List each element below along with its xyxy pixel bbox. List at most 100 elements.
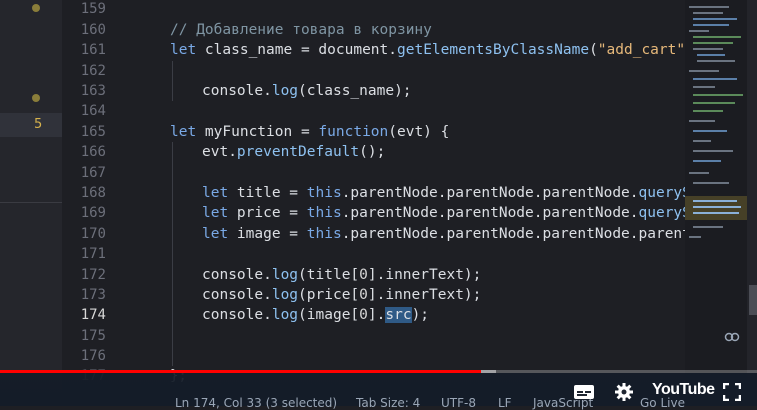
minimap-line	[693, 94, 743, 96]
minimap-line	[697, 54, 725, 56]
minimap-line	[689, 172, 709, 174]
code-string: "add_cart"	[597, 42, 685, 58]
code-editor[interactable]: // Добавление товара в корзину let class…	[122, 0, 685, 406]
settings-button[interactable]	[613, 382, 635, 402]
code-text: (class_name);	[298, 83, 412, 99]
minimap-line	[693, 182, 729, 184]
subtitles-icon	[574, 385, 594, 399]
code-text: .parentNode.parentNode.parentNode.	[341, 185, 639, 201]
minimap-line	[693, 150, 733, 152]
code-text: ].innerText);	[367, 267, 482, 283]
line-number: 170	[80, 226, 106, 242]
code-line-168: let title = this.parentNode.parentNode.p…	[202, 183, 685, 203]
minimap-line	[693, 206, 741, 208]
code-text: ].	[367, 307, 386, 323]
line-number-active: 174	[80, 307, 106, 323]
scrollbar-thumb[interactable]	[749, 285, 757, 315]
minimap-line	[693, 18, 737, 20]
encoding[interactable]: UTF-8	[441, 396, 476, 410]
code-function: log	[271, 267, 299, 283]
code-keyword: let	[202, 185, 229, 201]
code-this: this	[306, 226, 342, 242]
minimap-line	[697, 60, 735, 62]
minimap-line	[693, 212, 739, 214]
tab-size[interactable]: Tab Size: 4	[356, 396, 420, 410]
minimap-line	[689, 70, 719, 72]
code-this: this	[306, 205, 342, 221]
subtitles-button[interactable]	[573, 382, 595, 402]
code-function: preventDefault	[236, 144, 360, 160]
code-text: (price[	[298, 287, 360, 303]
scrollbar-track[interactable]	[747, 0, 757, 380]
minimap-line	[689, 6, 729, 8]
code-number: 0	[359, 267, 368, 283]
code-function: log	[271, 287, 299, 303]
line-number: 163	[80, 83, 106, 99]
code-text: image =	[228, 226, 307, 242]
minimap-line	[693, 226, 723, 228]
breakpoint-dot[interactable]	[32, 4, 40, 12]
gear-icon	[615, 383, 633, 401]
minimap-line	[693, 110, 723, 112]
selected-text[interactable]: src	[385, 307, 412, 323]
code-text: (title[	[298, 267, 360, 283]
code-line-165: let myFunction = function(evt) {	[170, 122, 449, 142]
divider	[0, 202, 62, 203]
line-number: 159	[80, 1, 106, 17]
line-number: 171	[80, 246, 106, 262]
code-text: .parentNode.parentNode.parentNode.	[341, 205, 639, 221]
line-number: 173	[80, 287, 106, 303]
code-keyword: let	[202, 205, 229, 221]
code-text: console.	[202, 83, 272, 99]
minimap-line	[693, 86, 715, 88]
code-text: title =	[228, 185, 307, 201]
minimap-line	[693, 160, 721, 162]
code-text: evt.	[202, 144, 237, 160]
minimap-line	[693, 102, 735, 104]
code-text: price =	[228, 205, 307, 221]
code-text: (image[	[298, 307, 360, 323]
line-number: 161	[80, 42, 106, 58]
code-text: ].innerText);	[367, 287, 482, 303]
minimap-line	[693, 24, 729, 26]
line-number: 164	[80, 103, 106, 119]
go-live-icon[interactable]	[724, 332, 740, 342]
code-text: );	[411, 307, 430, 323]
code-text: ();	[359, 144, 386, 160]
minimap-line	[689, 30, 709, 32]
line-number: 160	[80, 22, 106, 38]
line-number: 169	[80, 205, 106, 221]
minimap-line	[693, 36, 741, 38]
code-keyword: let	[170, 42, 197, 58]
code-keyword: let	[202, 226, 229, 242]
line-number: 167	[80, 165, 106, 181]
code-line-174: console.log(image[0].src);	[202, 305, 429, 325]
code-text: class_name = document.	[196, 42, 397, 58]
fullscreen-button[interactable]	[721, 382, 743, 402]
minimap-line	[693, 78, 737, 80]
code-line-169: let price = this.parentNode.parentNode.p…	[202, 203, 685, 223]
line-number: 176	[80, 348, 106, 364]
line-number: 172	[80, 267, 106, 283]
code-line-173: console.log(price[0].innerText);	[202, 285, 481, 305]
minimap[interactable]	[685, 0, 757, 406]
code-line-161: let class_name = document.getElementsByC…	[170, 40, 685, 60]
code-function: log	[271, 307, 299, 323]
code-text: (evt) {	[388, 124, 450, 140]
breakpoint-dot[interactable]	[32, 94, 40, 102]
minimap-line	[693, 140, 711, 142]
code-comment: // Добавление товара в корзину	[170, 22, 432, 38]
code-text: .parentNode.parentNode.parentNode.parent…	[341, 226, 685, 242]
youtube-logo[interactable]: YouTube	[652, 381, 715, 399]
code-text: console.	[202, 267, 272, 283]
code-text: myFunction =	[196, 124, 319, 140]
line-ending[interactable]: LF	[498, 396, 512, 410]
cursor-position[interactable]: Ln 174, Col 33 (3 selected)	[175, 396, 337, 410]
code-number: 0	[359, 307, 368, 323]
code-function: querySele	[638, 205, 685, 221]
code-number: 0	[359, 287, 368, 303]
line-number: 165	[80, 124, 106, 140]
minimap-line	[693, 200, 737, 202]
code-text: console.	[202, 307, 272, 323]
code-keyword: let	[170, 124, 197, 140]
